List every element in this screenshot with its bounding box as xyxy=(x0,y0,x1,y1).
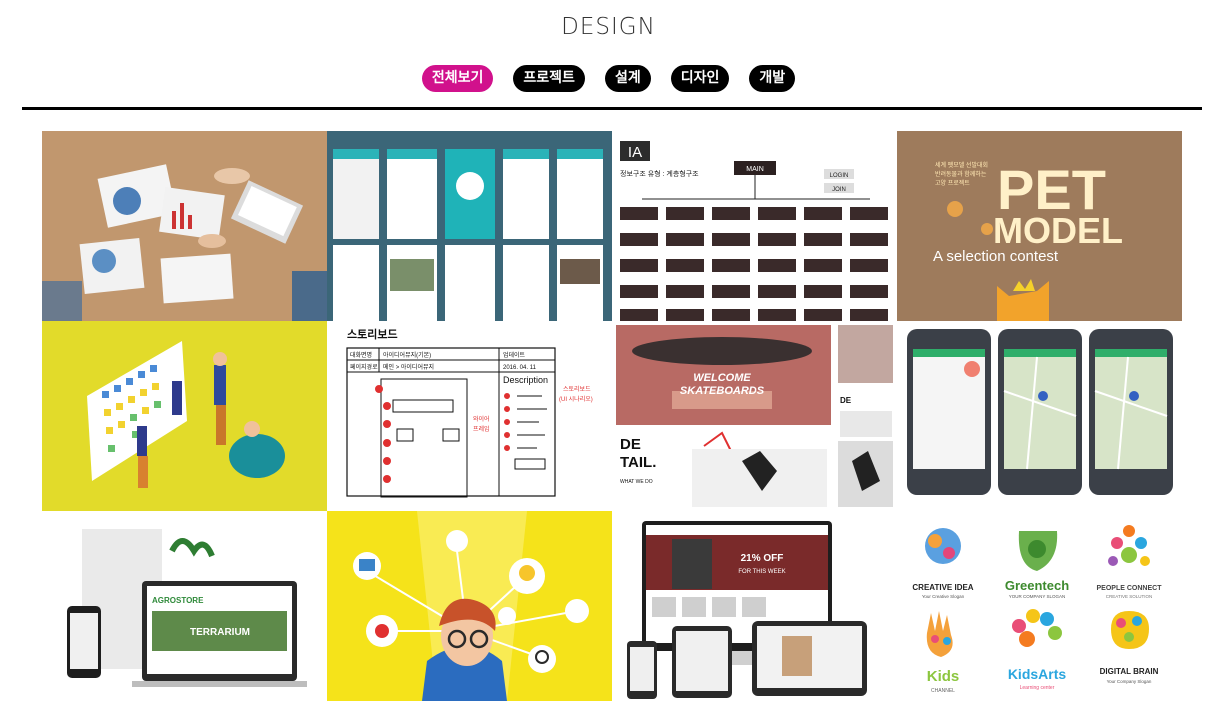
portfolio-item-meeting[interactable] xyxy=(42,131,327,321)
ia-login: LOGIN xyxy=(830,173,849,179)
pet-model-title: MODEL xyxy=(993,210,1123,251)
portfolio-item-ideas[interactable] xyxy=(327,511,612,701)
storyboard-description: Description xyxy=(503,375,548,385)
storyboard-row2-value: 메인 > 아이디어뮤지 xyxy=(383,363,434,371)
logo-slogan-6: Your Company Slogan xyxy=(1107,679,1152,684)
portfolio-item-storyboard[interactable]: 스토리보드 대화면명 아이디어뮤지(기본) 업데이트 페이지경로 메인 > 아이… xyxy=(327,321,612,511)
portfolio-item-fashion-store[interactable]: 21% OFF FOR THIS WEEK xyxy=(612,511,897,701)
logo-slogan-5: Learning center xyxy=(1020,685,1055,691)
storyboard-sketch: 스토리보드 대화면명 아이디어뮤지(기본) 업데이트 페이지경로 메인 > 아이… xyxy=(327,321,612,511)
skate-de-small: DE xyxy=(840,396,852,405)
ia-main: MAIN xyxy=(746,166,764,173)
meeting-photo xyxy=(42,131,327,321)
map-app-phones xyxy=(897,321,1182,511)
filter-all-button[interactable]: 전체보기 xyxy=(421,65,494,92)
logo-name-1: CREATIVE IDEA xyxy=(912,583,973,592)
portfolio-item-agrostore[interactable]: AGROSTORE TERRARIUM xyxy=(42,511,327,701)
logo-name-4: Kids xyxy=(927,668,960,685)
ia-subtitle: 정보구조 유형 : 계층형구조 xyxy=(620,169,699,178)
portfolio-item-logos[interactable]: CREATIVE IDEA Your Creative Slogan Green… xyxy=(897,511,1182,701)
storyboard-row2-label: 페이지경로 xyxy=(350,363,378,371)
storyboard-row1-right: 업데이트 xyxy=(503,351,526,359)
storyboard-row1-value: 아이디어뮤지(기본) xyxy=(383,351,431,359)
logo-slogan-1: Your Creative Slogan xyxy=(922,594,965,599)
skate-welcome: WELCOME xyxy=(693,372,751,384)
storyboard-note-4: 프레임 xyxy=(473,425,490,433)
storyboard-note-2: (UI 시나리오) xyxy=(559,395,593,403)
category-filter: 전체보기 프로젝트 설계 디자인 개발 xyxy=(0,65,1217,92)
skate-de: DE xyxy=(620,436,641,453)
logo-name-6: DIGITAL BRAIN xyxy=(1100,667,1159,676)
ia-join: JOIN xyxy=(832,187,846,193)
pet-subtitle: A selection contest xyxy=(933,248,1059,265)
logo-slogan-4: CHANNEL xyxy=(931,688,955,694)
pet-tagline-1: 세계 펫모델 선발대회 xyxy=(935,161,988,169)
skate-skateboards: SKATEBOARDS xyxy=(680,385,765,397)
pet-model-poster: 세계 펫모델 선발대회 반려동물과 함께하는 고양 프로젝트 PET MODEL… xyxy=(897,131,1182,321)
storyboard-note-3: 와이어 xyxy=(473,415,490,423)
filter-develop-button[interactable]: 개발 xyxy=(749,65,796,92)
filter-planning-button[interactable]: 설계 xyxy=(604,65,651,92)
divider-line xyxy=(22,107,1202,110)
agro-brand: AGROSTORE xyxy=(152,596,204,605)
logo-name-3: PEOPLE CONNECT xyxy=(1097,585,1163,592)
filter-project-button[interactable]: 프로젝트 xyxy=(513,65,585,92)
fashion-store-devices: 21% OFF FOR THIS WEEK xyxy=(612,511,897,701)
portfolio-item-pet-model[interactable]: 세계 펫모델 선발대회 반려동물과 함께하는 고양 프로젝트 PET MODEL… xyxy=(897,131,1182,321)
storyboard-title: 스토리보드 xyxy=(347,327,398,341)
fashion-sub: FOR THIS WEEK xyxy=(738,569,785,575)
filter-design-button[interactable]: 디자인 xyxy=(670,65,730,92)
portfolio-item-skateboards[interactable]: WELCOME SKATEBOARDS DE DE TAIL. WHAT WE … xyxy=(612,321,897,511)
storyboard-row2-right: 2016. 04. 11 xyxy=(503,365,537,371)
logo-name-2: Greentech xyxy=(1005,578,1069,593)
portfolio-item-whiteboard[interactable] xyxy=(42,321,327,511)
agro-headline: TERRARIUM xyxy=(190,627,250,638)
ideas-illustration xyxy=(327,511,612,701)
fashion-headline: 21% OFF xyxy=(741,553,784,564)
portfolio-item-mobile-ui[interactable] xyxy=(327,131,612,321)
logo-slogan-2: YOUR COMPANY SLOGAN xyxy=(1009,594,1066,599)
ia-badge: IA xyxy=(628,144,642,161)
logo-name-5: KidsArts xyxy=(1008,666,1067,682)
mobile-ui-screens xyxy=(327,131,612,321)
logo-slogan-3: CREATIVE SOLUTION xyxy=(1106,594,1152,599)
portfolio-item-ia[interactable]: IA 정보구조 유형 : 계층형구조 MAIN LOGIN JOIN xyxy=(612,131,897,321)
logo-collection: CREATIVE IDEA Your Creative Slogan Green… xyxy=(897,511,1182,701)
skate-tail: TAIL. xyxy=(620,454,656,471)
ia-sitemap: IA 정보구조 유형 : 계층형구조 MAIN LOGIN JOIN xyxy=(612,131,897,321)
skateboards-layout: WELCOME SKATEBOARDS DE DE TAIL. WHAT WE … xyxy=(612,321,897,511)
portfolio-item-map-app[interactable] xyxy=(897,321,1182,511)
skate-what: WHAT WE DO xyxy=(620,479,653,485)
storyboard-row1-label: 대화면명 xyxy=(350,351,372,359)
pet-tagline-3: 고양 프로젝트 xyxy=(935,179,970,187)
whiteboard-illustration xyxy=(42,321,327,511)
pet-tagline-2: 반려동물과 함께하는 xyxy=(935,170,987,178)
storyboard-note-1: 스토리보드 xyxy=(563,385,591,393)
agrostore-devices: AGROSTORE TERRARIUM xyxy=(42,511,327,701)
page-title: DESIGN xyxy=(561,14,656,40)
